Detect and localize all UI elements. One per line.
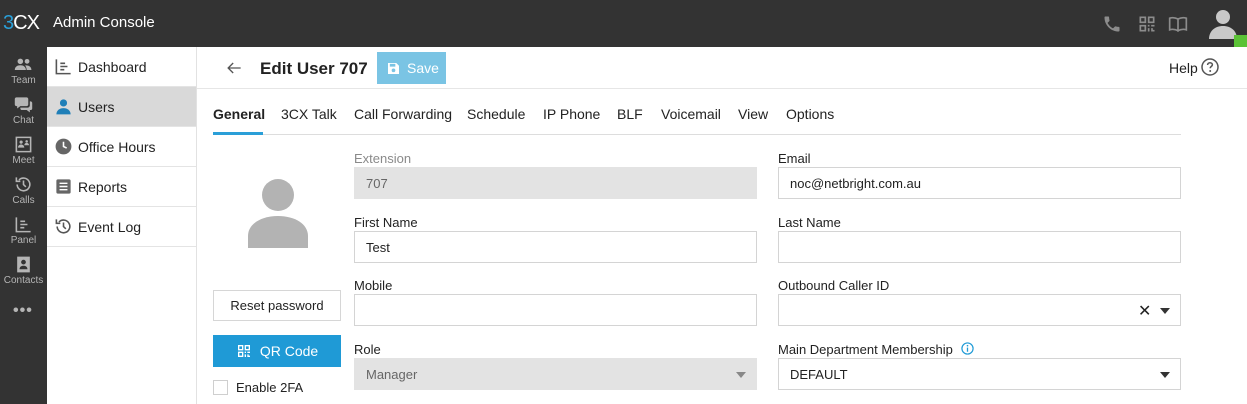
3cx-logo[interactable]: 3 CX bbox=[3, 12, 40, 34]
first-name-label: First Name bbox=[354, 215, 418, 230]
qr-icon[interactable] bbox=[1137, 14, 1157, 34]
user-profile-picture[interactable] bbox=[247, 178, 309, 248]
rail-label: Contacts bbox=[3, 275, 44, 286]
main-department-label: Main Department Membership bbox=[778, 342, 953, 357]
rail-item-chat[interactable]: Chat bbox=[0, 91, 47, 131]
nav-item-label: Users bbox=[78, 99, 115, 115]
online-status-indicator bbox=[1234, 35, 1247, 47]
top-bar: 3 CX Admin Console bbox=[0, 0, 1247, 47]
extension-field bbox=[354, 167, 757, 199]
outbound-caller-id-select[interactable]: ✕ bbox=[778, 294, 1181, 326]
contacts-icon bbox=[17, 256, 30, 273]
extension-label: Extension bbox=[354, 151, 412, 166]
user-tabs: General 3CX Talk Call Forwarding Schedul… bbox=[213, 96, 1181, 135]
role-label: Role bbox=[354, 342, 381, 357]
phone-icon[interactable] bbox=[1102, 14, 1122, 34]
rail-label: Meet bbox=[12, 155, 35, 166]
tab-options[interactable]: Options bbox=[786, 106, 834, 122]
tab-call-forwarding[interactable]: Call Forwarding bbox=[354, 106, 452, 122]
book-icon[interactable] bbox=[1168, 14, 1188, 34]
tab-schedule[interactable]: Schedule bbox=[467, 106, 525, 122]
help-link[interactable]: Help bbox=[1169, 60, 1198, 76]
nav-item-label: Reports bbox=[78, 179, 128, 195]
rail-label: Chat bbox=[12, 115, 35, 126]
tab-voicemail[interactable]: Voicemail bbox=[661, 106, 721, 122]
qr-code-button[interactable]: QR Code bbox=[213, 335, 341, 367]
nav-item-dashboard[interactable]: Dashboard bbox=[47, 47, 196, 87]
clock-icon bbox=[55, 138, 72, 155]
chat-icon bbox=[14, 97, 33, 113]
enable-2fa-label: Enable 2FA bbox=[236, 380, 304, 395]
dashboard-icon bbox=[55, 59, 71, 75]
email-label: Email bbox=[778, 151, 811, 166]
reports-icon bbox=[56, 179, 71, 194]
panel-icon bbox=[15, 217, 31, 233]
logo-suffix: CX bbox=[13, 12, 40, 34]
nav-item-label: Dashboard bbox=[78, 59, 147, 75]
chevron-down-icon bbox=[736, 372, 746, 378]
qr-icon bbox=[237, 345, 250, 357]
chevron-down-icon[interactable] bbox=[1160, 308, 1170, 314]
rail-item-calls[interactable]: Calls bbox=[0, 171, 47, 211]
team-icon bbox=[14, 58, 32, 71]
qr-code-button-label: QR Code bbox=[259, 343, 319, 359]
admin-nav: Dashboard Users Office Hours Reports Eve… bbox=[47, 47, 197, 404]
chevron-down-icon[interactable] bbox=[1160, 372, 1170, 378]
clear-icon[interactable]: ✕ bbox=[1138, 301, 1151, 321]
save-button[interactable]: Save bbox=[377, 52, 446, 84]
main-department-select[interactable]: DEFAULT bbox=[778, 358, 1181, 390]
calls-history-icon bbox=[15, 177, 31, 192]
help-question-icon[interactable] bbox=[1201, 58, 1219, 76]
nav-item-users[interactable]: Users bbox=[47, 87, 196, 127]
nav-item-office-hours[interactable]: Office Hours bbox=[47, 127, 196, 167]
nav-item-event-log[interactable]: Event Log bbox=[47, 207, 196, 247]
more-options-icon[interactable]: ••• bbox=[13, 302, 33, 320]
left-rail: Team Chat Meet Calls Panel Contacts ••• bbox=[0, 47, 47, 404]
mobile-label: Mobile bbox=[354, 278, 393, 293]
meet-icon bbox=[15, 136, 32, 153]
floppy-disk-icon bbox=[388, 62, 399, 74]
enable-2fa-checkbox[interactable] bbox=[213, 380, 228, 395]
history-icon bbox=[55, 219, 71, 234]
tab-general[interactable]: General bbox=[213, 106, 265, 122]
app-title: Admin Console bbox=[53, 14, 155, 31]
logo-prefix: 3 bbox=[3, 12, 14, 34]
last-name-field[interactable] bbox=[778, 231, 1181, 263]
main-department-value: DEFAULT bbox=[790, 367, 848, 382]
info-icon[interactable] bbox=[961, 342, 974, 355]
rail-item-panel[interactable]: Panel bbox=[0, 211, 47, 251]
nav-item-reports[interactable]: Reports bbox=[47, 167, 196, 207]
rail-item-team[interactable]: Team bbox=[0, 51, 47, 91]
tab-3cx-talk[interactable]: 3CX Talk bbox=[281, 106, 337, 122]
reset-password-button[interactable]: Reset password bbox=[213, 290, 341, 321]
user-icon bbox=[56, 99, 71, 115]
save-button-label: Save bbox=[407, 60, 439, 76]
rail-item-meet[interactable]: Meet bbox=[0, 131, 47, 171]
role-select: Manager bbox=[354, 358, 757, 390]
page-title: Edit User 707 bbox=[260, 59, 368, 78]
nav-item-label: Office Hours bbox=[78, 139, 156, 155]
active-tab-indicator bbox=[213, 132, 263, 135]
role-select-value: Manager bbox=[366, 367, 418, 382]
tab-ip-phone[interactable]: IP Phone bbox=[543, 106, 600, 122]
rail-label: Team bbox=[11, 75, 36, 86]
header-divider bbox=[197, 88, 1247, 89]
outbound-caller-id-label: Outbound Caller ID bbox=[778, 278, 890, 293]
first-name-field[interactable] bbox=[354, 231, 757, 263]
rail-item-contacts[interactable]: Contacts bbox=[0, 251, 47, 291]
email-field[interactable] bbox=[778, 167, 1181, 199]
tab-blf[interactable]: BLF bbox=[617, 106, 643, 122]
mobile-field[interactable] bbox=[354, 294, 757, 326]
nav-item-label: Event Log bbox=[78, 219, 142, 235]
rail-label: Panel bbox=[10, 235, 37, 246]
rail-label: Calls bbox=[12, 195, 35, 206]
back-arrow-icon[interactable] bbox=[224, 58, 244, 78]
last-name-label: Last Name bbox=[778, 215, 841, 230]
tab-view[interactable]: View bbox=[738, 106, 768, 122]
